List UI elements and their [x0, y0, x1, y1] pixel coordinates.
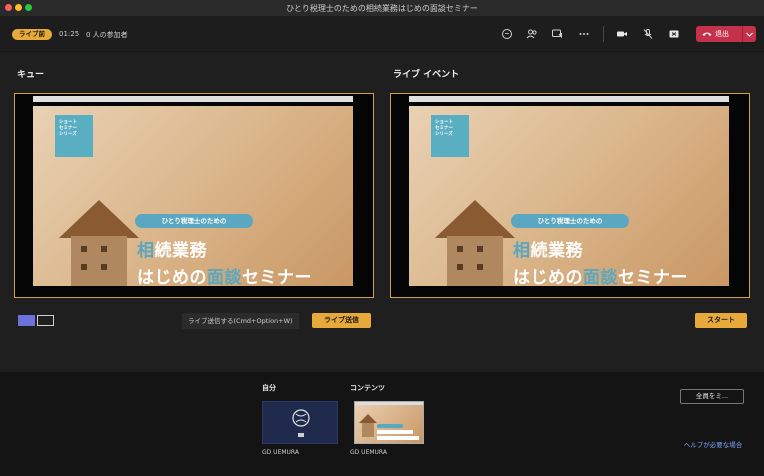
self-label: 自分	[262, 384, 276, 392]
send-live-hint: ライブ送信する(Cmd+Option+W)	[182, 313, 299, 329]
house-body	[447, 236, 503, 286]
house-body	[71, 236, 127, 286]
more-options-icon[interactable]	[577, 27, 591, 41]
slide-preview: ショート セミナー シリーズ ひとり税理士のための 相続業務 はじめの面談セミナ…	[409, 106, 729, 286]
series-box: ショート セミナー シリーズ	[431, 115, 469, 157]
qna-icon[interactable]	[550, 27, 564, 41]
self-video-tile[interactable]	[262, 401, 338, 444]
content-label: コンテンツ	[350, 384, 385, 392]
slide-headline-2: はじめの面談セミナー	[513, 268, 688, 286]
series-line: シリーズ	[59, 132, 77, 137]
toolbar-divider	[603, 26, 604, 42]
send-live-button[interactable]: ライブ送信	[312, 313, 371, 328]
self-name: GD UEMURA	[262, 449, 299, 456]
slide-banner: ひとり税理士のための	[135, 214, 253, 228]
slide-headline-1: 相続業務	[513, 241, 583, 261]
mic-muted-icon[interactable]	[641, 27, 655, 41]
live-event-label: ライブ イベント	[393, 70, 460, 80]
content-tile[interactable]	[354, 401, 424, 444]
leave-button-label: 退出	[715, 30, 729, 38]
mute-all-button[interactable]: 全員をミ...	[680, 389, 744, 404]
house-roof	[59, 200, 139, 238]
camera-icon[interactable]	[615, 27, 629, 41]
content-name: GD UEMURA	[350, 449, 387, 456]
phone-hangup-icon	[702, 32, 712, 36]
layout-single-button[interactable]	[18, 315, 35, 326]
slide-toolbar-strip	[33, 96, 353, 102]
house-roof	[435, 200, 515, 238]
slide-toolbar-strip	[409, 96, 729, 102]
slide-headline-2: はじめの面談セミナー	[137, 268, 312, 286]
slide-headline-1: 相続業務	[137, 241, 207, 261]
status-badge: ライブ前	[12, 29, 52, 40]
queue-preview[interactable]: ショート セミナー シリーズ ひとり税理士のための 相続業務 はじめの面談セミナ…	[14, 93, 374, 298]
series-box: ショート セミナー シリーズ	[55, 115, 93, 157]
live-preview[interactable]: ショート セミナー シリーズ ひとり税理士のための 相続業務 はじめの面談セミナ…	[390, 93, 750, 298]
participants-icon[interactable]	[525, 27, 539, 41]
meeting-toolbar: ライブ前 01:25 0 人の参加者 退出	[0, 16, 764, 52]
elapsed-timer: 01:25	[59, 30, 80, 38]
camera-off-icon	[292, 409, 310, 437]
queue-label: キュー	[17, 70, 45, 80]
chevron-down-icon[interactable]	[743, 32, 756, 37]
series-line: シリーズ	[435, 132, 453, 137]
leave-button[interactable]: 退出	[696, 26, 756, 42]
slide-preview: ショート セミナー シリーズ ひとり税理士のための 相続業務 はじめの面談セミナ…	[33, 106, 353, 286]
leave-button-main[interactable]: 退出	[696, 29, 742, 39]
start-button[interactable]: スタート	[695, 313, 747, 328]
help-link[interactable]: ヘルプが必要な場合	[678, 441, 748, 450]
title-bar: ひとり税理士のための相続業務はじめの面談セミナー	[0, 0, 764, 16]
layout-toggle	[18, 315, 54, 326]
layout-split-button[interactable]	[37, 315, 54, 326]
slide-banner: ひとり税理士のための	[511, 214, 629, 228]
window-title: ひとり税理士のための相続業務はじめの面談セミナー	[286, 4, 478, 13]
stop-sharing-icon[interactable]	[667, 27, 681, 41]
attendee-count: 0 人の参加者	[86, 31, 128, 39]
chat-icon[interactable]	[500, 27, 514, 41]
